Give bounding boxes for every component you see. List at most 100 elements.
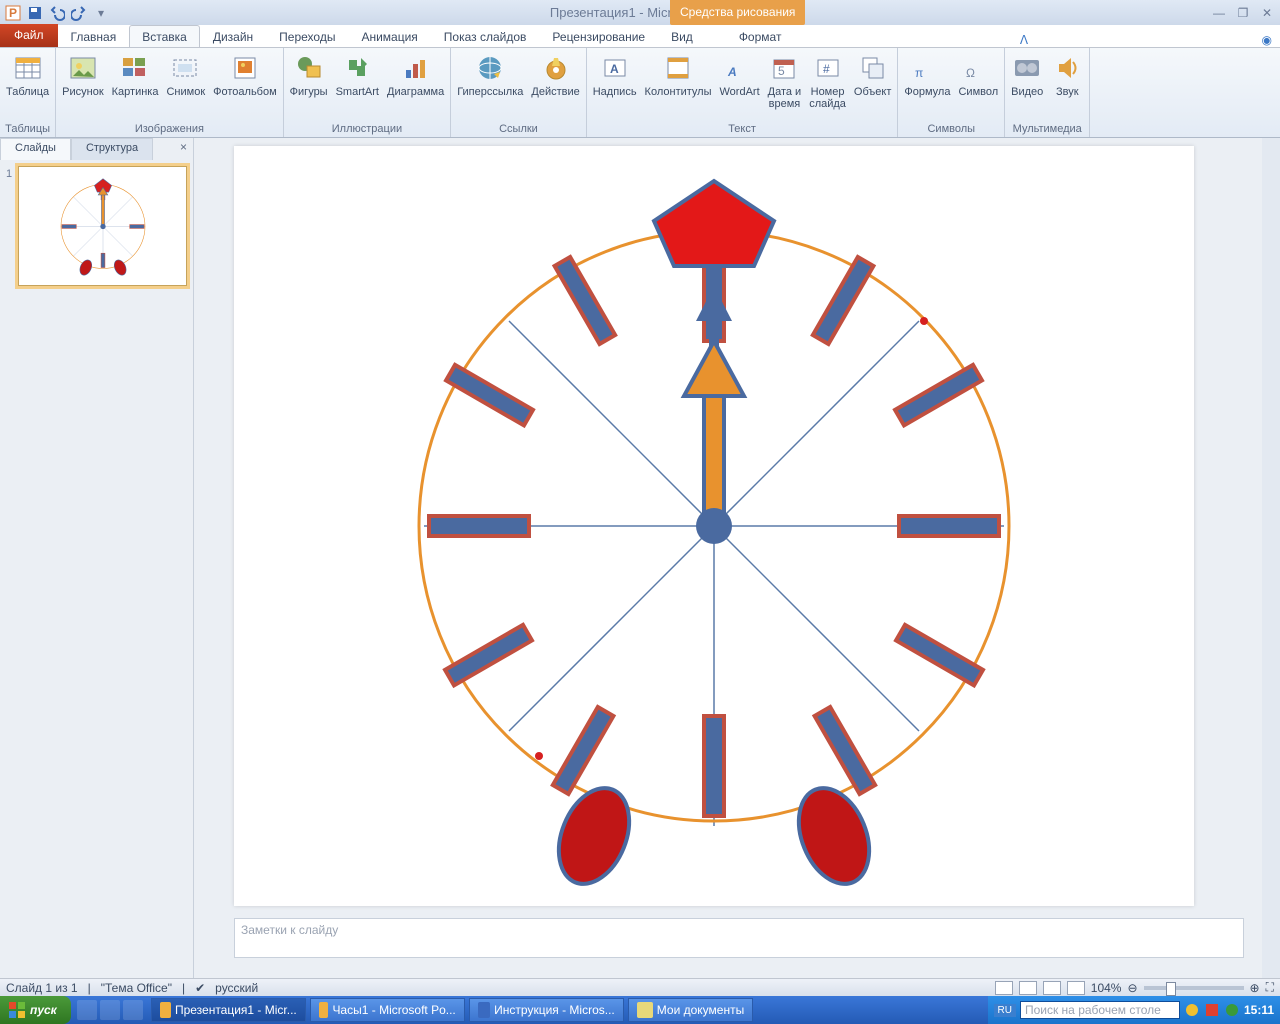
btn-smartart[interactable]: SmartArt bbox=[332, 50, 383, 100]
group-images-label: Изображения bbox=[135, 123, 204, 137]
btn-screenshot[interactable]: Снимок bbox=[162, 50, 209, 100]
btn-wordart-label: WordArt bbox=[720, 86, 760, 98]
help-icon[interactable]: ◉ bbox=[1254, 33, 1280, 47]
btn-hyperlink[interactable]: Гиперссылка bbox=[453, 50, 527, 100]
btn-datetime[interactable]: 5Дата и время bbox=[764, 50, 806, 112]
symbol-icon: Ω bbox=[962, 52, 994, 84]
group-media-label: Мультимедиа bbox=[1013, 123, 1082, 137]
restore-icon[interactable]: ❐ bbox=[1234, 6, 1252, 20]
tray-search[interactable]: Поиск на рабочем столе bbox=[1020, 1001, 1180, 1019]
tray-icon[interactable] bbox=[1184, 1002, 1200, 1018]
tab-view[interactable]: Вид bbox=[658, 25, 706, 47]
tray-language[interactable]: RU bbox=[994, 1004, 1016, 1017]
tab-file[interactable]: Файл bbox=[0, 24, 58, 47]
btn-symbol[interactable]: ΩСимвол bbox=[954, 50, 1002, 100]
btn-video[interactable]: Видео bbox=[1007, 50, 1047, 100]
btn-clipart[interactable]: Картинка bbox=[108, 50, 163, 100]
btn-wordart[interactable]: AWordArt bbox=[716, 50, 764, 100]
chart-icon bbox=[400, 52, 432, 84]
btn-action[interactable]: Действие bbox=[527, 50, 583, 100]
tray-clock[interactable]: 15:11 bbox=[1244, 1003, 1274, 1017]
fit-window-icon[interactable]: ⛶ bbox=[1266, 980, 1274, 995]
qat-dropdown-icon[interactable]: ▾ bbox=[92, 4, 110, 22]
powerpoint-icon bbox=[160, 1002, 171, 1018]
slide-thumbnail[interactable] bbox=[18, 166, 187, 286]
btn-object[interactable]: Объект bbox=[850, 50, 895, 100]
panel-tab-outline[interactable]: Структура bbox=[71, 138, 153, 160]
group-symbols: πФормула ΩСимвол Символы bbox=[898, 48, 1005, 137]
vertical-scrollbar[interactable] bbox=[1262, 138, 1280, 978]
ql-icon[interactable] bbox=[123, 1000, 143, 1020]
start-label: пуск bbox=[30, 1003, 57, 1017]
btn-photoalbum[interactable]: Фотоальбом bbox=[209, 50, 281, 100]
tab-home[interactable]: Главная bbox=[58, 25, 130, 47]
zoom-slider[interactable] bbox=[1144, 986, 1244, 990]
btn-equation[interactable]: πФормула bbox=[900, 50, 954, 100]
taskbar-button[interactable]: Презентация1 - Micr... bbox=[151, 998, 306, 1022]
taskbar-button[interactable]: Мои документы bbox=[628, 998, 753, 1022]
status-bar: Слайд 1 из 1 | "Тема Office" | ✔ русский… bbox=[0, 978, 1280, 996]
view-slideshow-icon[interactable] bbox=[1067, 981, 1085, 995]
table-icon bbox=[12, 52, 44, 84]
video-icon bbox=[1011, 52, 1043, 84]
tab-insert[interactable]: Вставка bbox=[129, 25, 200, 47]
btn-headerfooter[interactable]: Колонтитулы bbox=[641, 50, 716, 100]
tray-icon[interactable] bbox=[1204, 1002, 1220, 1018]
view-sorter-icon[interactable] bbox=[1019, 981, 1037, 995]
tab-design[interactable]: Дизайн bbox=[200, 25, 266, 47]
svg-text:Ω: Ω bbox=[966, 66, 975, 80]
ribbon: Таблица Таблицы Рисунок Картинка Снимок … bbox=[0, 48, 1280, 138]
status-language[interactable]: русский bbox=[215, 981, 258, 995]
view-reading-icon[interactable] bbox=[1043, 981, 1061, 995]
view-normal-icon[interactable] bbox=[995, 981, 1013, 995]
notes-pane[interactable]: Заметки к слайду bbox=[234, 918, 1244, 958]
btn-chart[interactable]: Диаграмма bbox=[383, 50, 448, 100]
slide-canvas[interactable] bbox=[234, 146, 1194, 906]
tab-transitions[interactable]: Переходы bbox=[266, 25, 348, 47]
btn-shapes-label: Фигуры bbox=[290, 86, 328, 98]
taskbar: пуск Презентация1 - Micr... Часы1 - Micr… bbox=[0, 996, 1280, 1024]
ql-icon[interactable] bbox=[77, 1000, 97, 1020]
qat-save-icon[interactable] bbox=[26, 4, 44, 22]
tab-review[interactable]: Рецензирование bbox=[539, 25, 658, 47]
minimize-ribbon-icon[interactable]: ᐱ bbox=[1012, 33, 1036, 47]
btn-chart-label: Диаграмма bbox=[387, 86, 444, 98]
taskbar-button[interactable]: Инструкция - Micros... bbox=[469, 998, 624, 1022]
screenshot-icon bbox=[170, 52, 202, 84]
hyperlink-icon bbox=[474, 52, 506, 84]
clock-drawing[interactable] bbox=[234, 146, 1194, 906]
zoom-value: 104% bbox=[1091, 981, 1122, 995]
btn-table[interactable]: Таблица bbox=[2, 50, 53, 100]
qat-undo-icon[interactable] bbox=[48, 4, 66, 22]
minimize-icon[interactable]: — bbox=[1210, 6, 1228, 20]
zoom-out-icon[interactable]: ⊖ bbox=[1127, 981, 1137, 995]
spellcheck-icon[interactable]: ✔ bbox=[195, 981, 205, 995]
panel-close-icon[interactable]: × bbox=[174, 138, 193, 160]
tab-format[interactable]: Формат bbox=[726, 25, 795, 47]
ql-icon[interactable] bbox=[100, 1000, 120, 1020]
start-button[interactable]: пуск bbox=[0, 996, 71, 1024]
tab-slideshow[interactable]: Показ слайдов bbox=[431, 25, 540, 47]
textbox-icon: A bbox=[599, 52, 631, 84]
btn-picture[interactable]: Рисунок bbox=[58, 50, 108, 100]
btn-audio[interactable]: Звук bbox=[1047, 50, 1087, 100]
btn-slidenum[interactable]: #Номер слайда bbox=[805, 50, 850, 112]
btn-shapes[interactable]: Фигуры bbox=[286, 50, 332, 100]
btn-smartart-label: SmartArt bbox=[336, 86, 379, 98]
btn-textbox[interactable]: A Надпись bbox=[589, 50, 641, 100]
group-text-label: Текст bbox=[728, 123, 756, 137]
qat-redo-icon[interactable] bbox=[70, 4, 88, 22]
close-icon[interactable]: ✕ bbox=[1258, 6, 1276, 20]
panel-tab-slides[interactable]: Слайды bbox=[0, 138, 71, 160]
tray-search-placeholder: Поиск на рабочем столе bbox=[1025, 1003, 1161, 1017]
slide-editor[interactable]: Заметки к слайду bbox=[194, 138, 1262, 978]
group-tables-label: Таблицы bbox=[5, 123, 50, 137]
tray-icon[interactable] bbox=[1224, 1002, 1240, 1018]
svg-text:π: π bbox=[915, 66, 923, 80]
tab-animation[interactable]: Анимация bbox=[348, 25, 430, 47]
picture-icon bbox=[67, 52, 99, 84]
btn-slidenum-label: Номер слайда bbox=[809, 86, 846, 110]
zoom-in-icon[interactable]: ⊕ bbox=[1250, 981, 1260, 995]
btn-textbox-label: Надпись bbox=[593, 86, 637, 98]
taskbar-button[interactable]: Часы1 - Microsoft Po... bbox=[310, 998, 465, 1022]
